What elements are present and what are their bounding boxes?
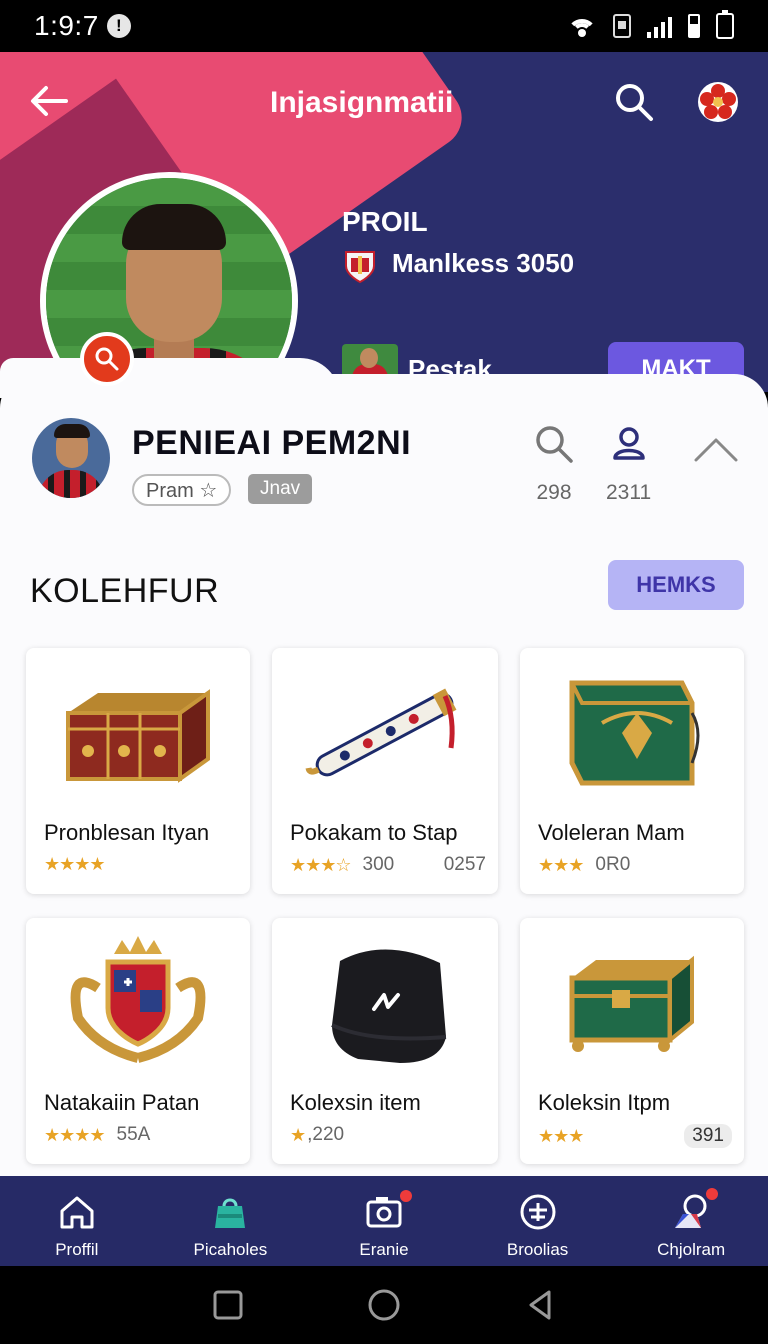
black-bag-image xyxy=(272,918,498,1088)
collection-card[interactable]: Natakaiin Patan ★★★★ 55A xyxy=(26,918,250,1164)
red-gold-chest-image xyxy=(26,648,250,818)
camera-icon xyxy=(366,1197,402,1228)
status-icons xyxy=(567,10,734,39)
star-rating: ★★★★ xyxy=(44,1124,106,1145)
avatar-zoom-button[interactable] xyxy=(80,332,134,386)
status-time: 1:9:7 xyxy=(34,10,99,41)
home-circle-icon[interactable] xyxy=(367,1288,401,1322)
stat-search-value: 298 xyxy=(536,481,572,504)
collection-title: KOLEHFUR xyxy=(30,572,220,610)
hemks-button[interactable]: HEMKS xyxy=(608,560,744,610)
star-rating: ★★★☆ xyxy=(290,854,352,875)
green-gold-chest-image xyxy=(520,648,744,818)
item-value-badge: 391 xyxy=(684,1124,732,1148)
item-count: 300 xyxy=(362,854,395,875)
search-icon[interactable] xyxy=(614,82,654,122)
star-rating: ★★★ xyxy=(538,854,584,875)
nav-label: Picaholes xyxy=(193,1240,268,1259)
battery-icon xyxy=(716,10,734,39)
collection-card[interactable]: Pronblesan Ityan ★★★★ xyxy=(26,648,250,894)
item-meta: ★★★☆ 300 0257 xyxy=(290,854,486,876)
item-meta: ★★★ 0R0 xyxy=(538,854,732,876)
recents-icon[interactable] xyxy=(211,1288,245,1322)
collection-card[interactable]: Koleksin Itpm ★★★ 391 xyxy=(520,918,744,1164)
plus-circle-icon xyxy=(520,1194,556,1230)
back-arrow-icon[interactable] xyxy=(28,80,70,122)
nav-broolias[interactable]: Broolias xyxy=(461,1176,615,1266)
item-name: Kolexsin item xyxy=(290,1090,421,1115)
item-name: Natakaiin Patan xyxy=(44,1090,200,1115)
item-count: 55A xyxy=(116,1124,151,1145)
people-icon xyxy=(612,427,645,460)
alert-icon: ! xyxy=(106,14,131,38)
nav-chjolram[interactable]: Chjolram xyxy=(614,1176,768,1266)
nav-label: Broolias xyxy=(506,1240,569,1259)
collection-card[interactable]: Kolexsin item ★ ,220 xyxy=(272,918,498,1164)
wifi-icon xyxy=(567,15,597,37)
profile-avatar-small[interactable] xyxy=(32,418,110,498)
magnifier-icon xyxy=(95,347,119,371)
item-count: 0R0 xyxy=(595,854,631,875)
star-rating: ★ xyxy=(290,1124,306,1145)
stat-people-value: 2311 xyxy=(606,481,652,504)
flower-badge-icon[interactable] xyxy=(696,80,740,124)
nav-label: Eranie xyxy=(359,1240,409,1259)
star-rating: ★★★ xyxy=(538,1125,584,1146)
ornate-flute-image xyxy=(272,648,498,818)
bottom-navigation: Proffil Picaholes Eranie Broolias Chjolr… xyxy=(0,1176,768,1266)
club-crest-icon xyxy=(345,251,375,284)
item-meta: ★★★★ 55A xyxy=(44,1124,238,1146)
system-navigation xyxy=(0,1266,768,1344)
signal-icon xyxy=(647,14,672,38)
notification-dot xyxy=(400,1190,413,1202)
item-name: Voleleran Mam xyxy=(538,820,685,845)
status-bar: 1:9:7 ! xyxy=(0,0,768,52)
notification-dot xyxy=(706,1188,719,1200)
profile-content: PENIEAI PEM2NI Pram ☆ Jnav 298 2311 KOLE… xyxy=(0,374,768,1176)
royal-crest-image xyxy=(26,918,250,1088)
tag-primary[interactable]: Pram ☆ xyxy=(132,474,232,506)
bag-icon xyxy=(215,1198,246,1228)
stat-search[interactable]: 298 xyxy=(534,424,574,505)
item-meta: ★★★ 391 xyxy=(538,1124,732,1148)
tag-secondary[interactable]: Jnav xyxy=(248,474,313,504)
item-value: 0257 xyxy=(443,854,486,875)
nav-eranie[interactable]: Eranie xyxy=(307,1176,461,1266)
star-rating: ★★★★ xyxy=(44,854,106,874)
green-treasure-chest-image xyxy=(520,918,744,1088)
chat-icon xyxy=(675,1194,707,1228)
item-count: ,220 xyxy=(307,1124,345,1145)
sim-icon xyxy=(613,14,631,38)
item-name: Pronblesan Ityan xyxy=(44,820,210,845)
collection-card[interactable]: Pokakam to Stap ★★★☆ 300 0257 xyxy=(272,648,498,894)
nav-profile[interactable]: Proffil xyxy=(0,1176,154,1266)
item-meta: ★ ,220 xyxy=(290,1124,486,1146)
battery-level-icon xyxy=(688,14,700,38)
item-name: Pokakam to Stap xyxy=(290,820,458,845)
collection-grid: Pronblesan Ityan ★★★★ Pokakam to Stap ★★… xyxy=(26,648,744,1164)
club-name: Manlkess 3050 xyxy=(392,248,575,278)
item-meta: ★★★★ xyxy=(44,854,238,875)
nav-label: Chjolram xyxy=(657,1240,726,1259)
search-icon xyxy=(536,426,573,463)
home-icon xyxy=(60,1196,94,1229)
nav-label: Proffil xyxy=(55,1240,99,1259)
back-triangle-icon[interactable] xyxy=(523,1288,557,1322)
item-name: Koleksin Itpm xyxy=(538,1090,671,1115)
stat-people[interactable]: 2311 xyxy=(606,424,651,505)
collection-card[interactable]: Voleleran Mam ★★★ 0R0 xyxy=(520,648,744,894)
chevron-up-icon[interactable] xyxy=(692,434,740,464)
nav-picaholes[interactable]: Picaholes xyxy=(154,1176,308,1266)
profile-label: PROIL xyxy=(342,206,428,237)
app-title: Injasignmatii xyxy=(270,86,454,119)
profile-name: PENIEAI PEM2NI xyxy=(132,424,412,462)
